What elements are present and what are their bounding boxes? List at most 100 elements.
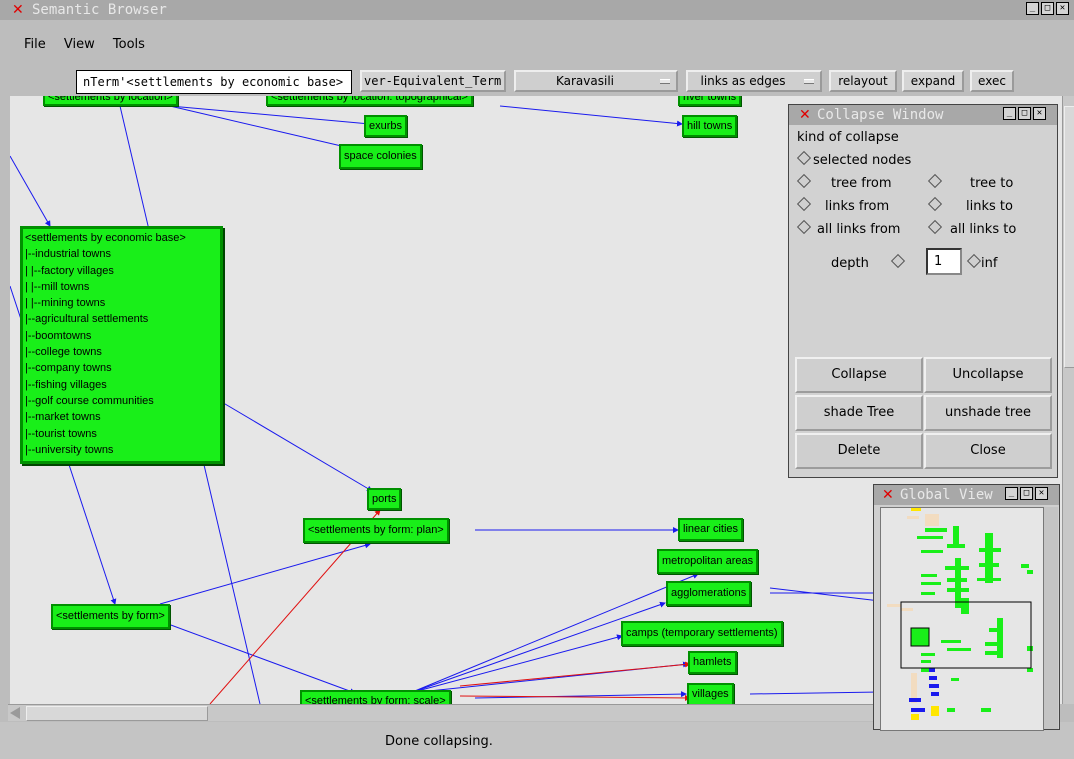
collapse-window-title-bar[interactable]: ✕ Collapse Window _ □ ✕ <box>789 105 1057 125</box>
equivalent-term-field[interactable]: ver-Equivalent_Term <box>360 70 506 92</box>
graph-node[interactable]: <settlements by location: topographical> <box>266 96 473 106</box>
list-item: |--market towns <box>25 411 101 424</box>
radio-icon <box>796 219 812 235</box>
unshade-tree-button[interactable]: unshade tree <box>924 395 1052 431</box>
radio-tree-from[interactable]: tree from <box>796 173 892 191</box>
graph-node[interactable]: hamlets <box>688 651 737 674</box>
delete-button[interactable]: Delete <box>795 433 923 469</box>
radio-links-to[interactable]: links to <box>927 196 1013 214</box>
vertical-scrollbar[interactable] <box>1062 96 1074 704</box>
list-item: | |--mining towns <box>25 297 106 310</box>
graph-edge-red <box>459 661 691 687</box>
graph-node[interactable]: villages <box>687 683 734 704</box>
user-select[interactable]: Karavasili <box>514 70 678 92</box>
global-view-scrollbar[interactable] <box>1044 507 1058 729</box>
menu-tools[interactable]: Tools <box>113 37 145 52</box>
minimize-icon[interactable]: _ <box>1005 487 1018 500</box>
graph-edge <box>169 105 351 150</box>
graph-node[interactable]: <settlements by form> <box>51 604 170 629</box>
graph-edge <box>159 620 356 695</box>
depth-input[interactable]: 1 <box>926 248 962 275</box>
radio-inf[interactable]: inf <box>966 253 998 271</box>
graph-node[interactable]: agglomerations <box>666 581 752 606</box>
radio-icon <box>927 173 943 189</box>
graph-node[interactable]: <settlements by location> <box>43 96 178 106</box>
depth-label: depth <box>831 256 869 271</box>
close-icon[interactable]: ✕ <box>1033 107 1046 120</box>
graph-edge <box>10 155 51 227</box>
user-select-value: Karavasili <box>555 74 614 88</box>
radio-links-from[interactable]: links from <box>796 196 889 214</box>
global-view-window: ✕ Global View _ □ ✕ <box>873 484 1060 731</box>
dropdown-indicator-icon <box>804 79 814 84</box>
menu-file[interactable]: File <box>24 37 46 52</box>
graph-edge <box>499 105 683 127</box>
radio-selected-nodes[interactable]: selected nodes <box>796 150 912 168</box>
radio-all-links-from[interactable]: all links from <box>796 219 901 237</box>
scroll-left-arrow-icon[interactable] <box>10 707 20 719</box>
close-icon[interactable]: ✕ <box>1056 2 1069 15</box>
radio-icon <box>927 219 943 235</box>
radio-icon <box>796 173 812 189</box>
radio-label: selected nodes <box>813 153 912 168</box>
graph-edge <box>769 587 881 602</box>
term-input[interactable]: nTerm'<settlements by economic base> <box>76 70 352 94</box>
x-logo-icon: ✕ <box>799 107 811 123</box>
graph-node[interactable]: <settlements by form: scale> <box>300 690 451 704</box>
menu-view[interactable]: View <box>64 37 95 52</box>
graph-edge <box>169 105 371 127</box>
global-view-title-bar[interactable]: ✕ Global View _ □ ✕ <box>874 485 1059 505</box>
global-view-canvas[interactable] <box>880 507 1044 731</box>
minimize-icon[interactable]: _ <box>1003 107 1016 120</box>
list-item: |--golf course communities <box>25 394 154 407</box>
graph-node[interactable]: camps (temporary settlements) <box>621 621 783 646</box>
radio-tree-to[interactable]: tree to <box>927 173 1014 191</box>
maximize-icon[interactable]: □ <box>1020 487 1033 500</box>
horizontal-scroll-thumb[interactable] <box>26 706 208 721</box>
graph-node[interactable]: space colonies <box>339 144 422 169</box>
radio-icon <box>796 150 812 166</box>
graph-edge <box>749 691 881 695</box>
collapse-button[interactable]: Collapse <box>795 357 923 393</box>
list-item: | |--mill towns <box>25 280 90 293</box>
radio-label: inf <box>981 256 998 271</box>
kind-of-collapse-label: kind of collapse <box>797 130 899 145</box>
close-button[interactable]: Close <box>924 433 1052 469</box>
exec-button[interactable]: exec <box>970 70 1014 92</box>
relayout-button[interactable]: relayout <box>829 70 897 92</box>
shade-tree-button[interactable]: shade Tree <box>795 395 923 431</box>
radio-icon <box>927 196 943 212</box>
radio-depth[interactable] <box>890 253 907 271</box>
graph-node[interactable]: metropolitan areas <box>657 549 759 574</box>
graph-node[interactable]: hill towns <box>682 115 738 137</box>
window-title: Semantic Browser <box>32 2 167 18</box>
radio-label: all links to <box>950 222 1017 237</box>
list-item: |--company towns <box>25 362 112 375</box>
collapse-window: ✕ Collapse Window _ □ ✕ kind of collapse… <box>788 104 1058 478</box>
radio-label: all links from <box>817 222 901 237</box>
vertical-scroll-thumb[interactable] <box>1064 106 1074 368</box>
uncollapse-button[interactable]: Uncollapse <box>924 357 1052 393</box>
close-icon[interactable]: ✕ <box>1035 487 1048 500</box>
economic-base-node[interactable]: <settlements by economic base> |--indust… <box>20 226 223 464</box>
maximize-icon[interactable]: □ <box>1041 2 1054 15</box>
minimize-icon[interactable]: _ <box>1026 2 1039 15</box>
horizontal-scrollbar[interactable] <box>8 704 874 721</box>
main-title-bar[interactable]: ✕ Semantic Browser _ □ ✕ <box>0 0 1074 20</box>
radio-icon <box>796 196 812 212</box>
radio-label: tree to <box>970 176 1014 191</box>
x-logo-icon: ✕ <box>882 487 894 503</box>
status-text: Done collapsing. <box>385 734 493 749</box>
graph-node[interactable]: exurbs <box>364 115 408 137</box>
expand-button[interactable]: expand <box>902 70 964 92</box>
list-item: |--fishing villages <box>25 378 107 391</box>
graph-edge <box>159 542 371 605</box>
mode-select[interactable]: links as edges <box>686 70 822 92</box>
graph-node[interactable]: <settlements by form: plan> <box>303 518 449 543</box>
radio-label: tree from <box>831 176 892 191</box>
maximize-icon[interactable]: □ <box>1018 107 1031 120</box>
graph-node[interactable]: ports <box>367 488 402 510</box>
graph-node[interactable]: river towns <box>678 96 742 106</box>
graph-node[interactable]: linear cities <box>678 518 744 541</box>
radio-all-links-to[interactable]: all links to <box>927 219 1017 237</box>
